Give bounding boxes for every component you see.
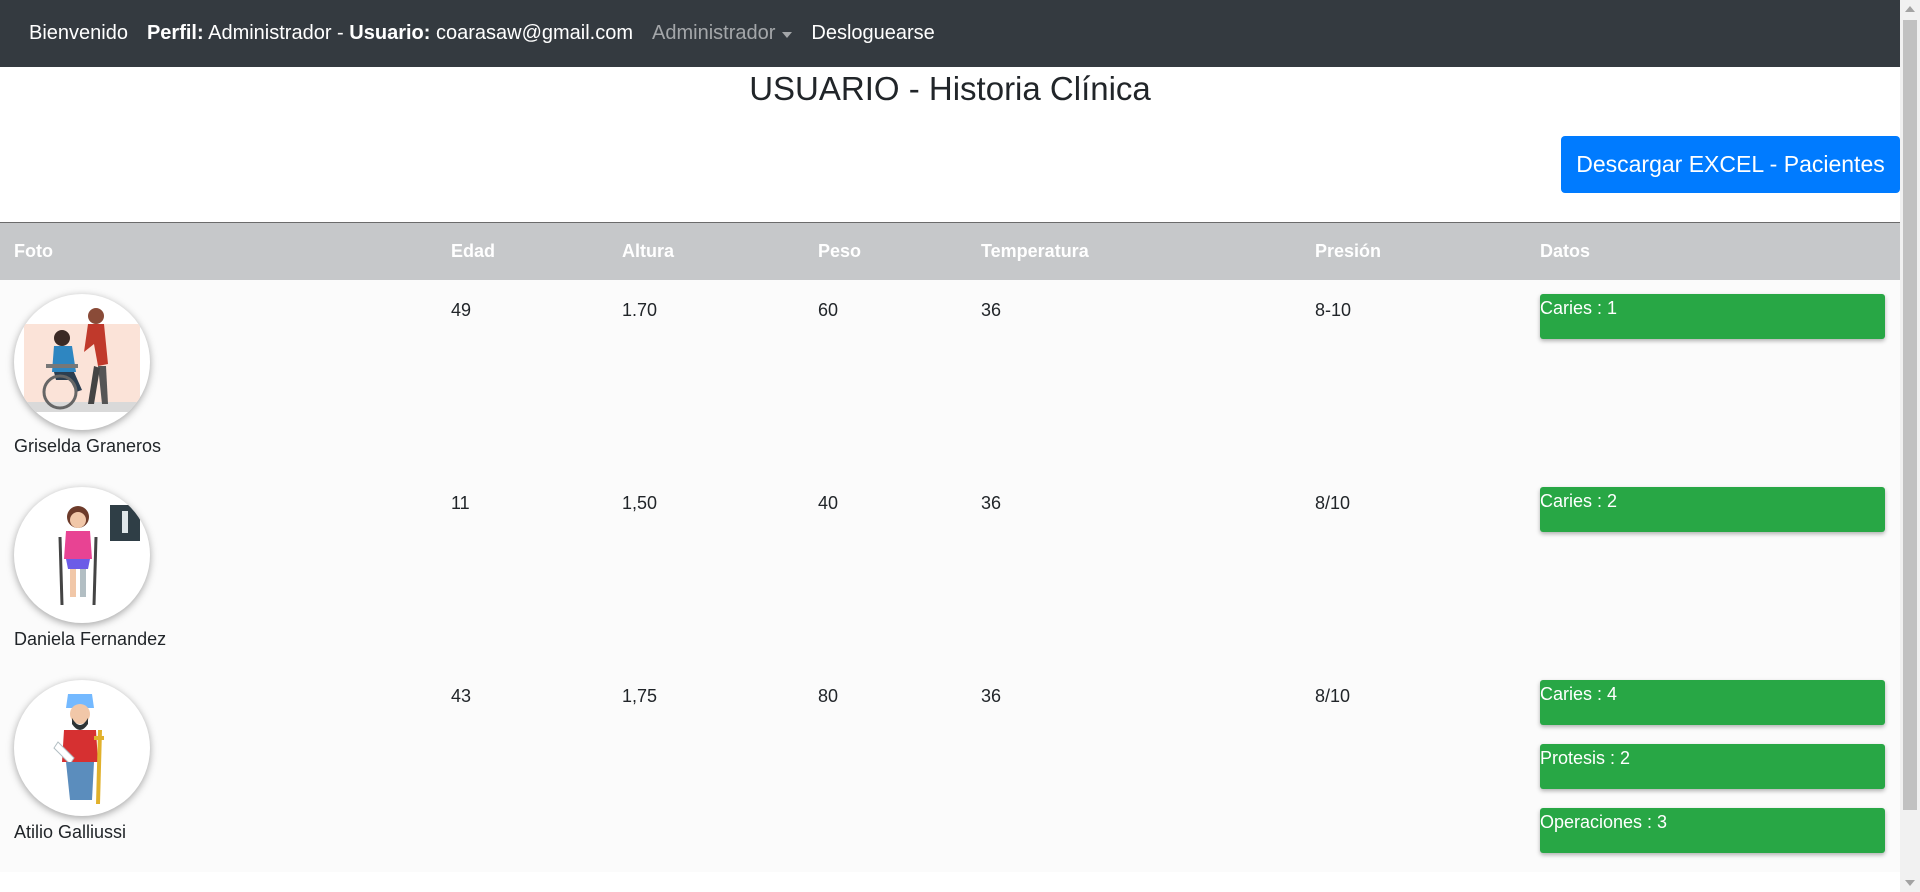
nav-profile-info: Perfil: Administrador - Usuario: coarasa… (147, 22, 633, 45)
presion-cell: 8-10 (1315, 299, 1352, 320)
header-temperatura: Temperatura (981, 240, 1089, 261)
header-foto: Foto (14, 240, 53, 261)
datos-badge[interactable]: Operaciones : 3 (1540, 807, 1885, 853)
patient-name: Atilio Galliussi (14, 821, 127, 842)
peso-cell: 40 (818, 492, 839, 513)
edad-cell: 49 (451, 299, 472, 320)
patients-table-wrapper: Foto Edad Altura Peso Temperatura Presió… (0, 222, 1900, 872)
table-row: Atilio Galliussi 43 1,75 80 36 8/10 Cari… (0, 665, 1900, 872)
foto-cell: Griselda Graneros (0, 280, 437, 473)
caret-down-icon (782, 31, 793, 38)
datos-badge[interactable]: Caries : 4 (1540, 679, 1885, 725)
altura-cell: 1.70 (622, 299, 658, 320)
altura-cell: 1,50 (622, 492, 658, 513)
profile-label: Perfil: (146, 22, 204, 44)
profile-value: Administrador - (208, 22, 344, 44)
table-row: Daniela Fernandez 11 1,50 40 36 8/10 Car… (0, 472, 1900, 666)
download-excel-button[interactable]: Descargar EXCEL - Pacientes (1561, 136, 1900, 193)
temperatura-cell: 36 (981, 492, 1002, 513)
scroll-down-icon[interactable] (1905, 880, 1915, 886)
datos-cell: Caries : 4 Protesis : 2 Operaciones : 3 (1526, 666, 1900, 872)
datos-cell: Caries : 2 (1526, 473, 1900, 666)
scroll-up-icon[interactable] (1905, 6, 1915, 12)
temperatura-cell: 36 (981, 685, 1002, 706)
user-label: Usuario: (349, 22, 431, 44)
altura-cell: 1,75 (622, 685, 658, 706)
datos-cell: Caries : 1 (1526, 280, 1900, 473)
vertical-scrollbar[interactable] (1900, 0, 1920, 892)
foto-cell: Daniela Fernandez (0, 473, 437, 666)
presion-cell: 8/10 (1315, 685, 1351, 706)
scroll-thumb[interactable] (1903, 20, 1917, 810)
header-peso: Peso (818, 240, 862, 261)
user-value: coarasaw@gmail.com (435, 22, 633, 44)
header-edad: Edad (451, 240, 496, 261)
peso-cell: 60 (818, 299, 839, 320)
crutches-girl-avatar (14, 486, 150, 623)
datos-badge[interactable]: Caries : 1 (1540, 293, 1885, 339)
nav-welcome: Bienvenido (29, 22, 128, 44)
edad-cell: 11 (451, 492, 470, 513)
peso-cell: 80 (818, 685, 839, 706)
presion-cell: 8/10 (1315, 492, 1351, 513)
table-header-row: Foto Edad Altura Peso Temperatura Presió… (0, 222, 1900, 280)
admin-dropdown-label: Administrador (652, 22, 776, 44)
injured-man-avatar (14, 679, 150, 816)
datos-badge[interactable]: Protesis : 2 (1540, 743, 1885, 789)
header-datos: Datos (1540, 240, 1591, 261)
top-navbar: Bienvenido Perfil: Administrador - Usuar… (0, 0, 1900, 67)
wheelchair-patient-avatar (14, 293, 150, 430)
patient-name: Daniela Fernandez (14, 628, 167, 649)
page-title: USUARIO - Historia Clínica (749, 70, 1151, 107)
patients-table: Foto Edad Altura Peso Temperatura Presió… (0, 222, 1900, 872)
logout-link[interactable]: Desloguearse (811, 22, 934, 45)
admin-dropdown[interactable]: Administrador (652, 22, 793, 45)
header-altura: Altura (622, 240, 675, 261)
table-row: Griselda Graneros 49 1.70 60 36 8-10 Car… (0, 279, 1900, 473)
patient-name: Griselda Graneros (14, 435, 162, 456)
temperatura-cell: 36 (981, 299, 1002, 320)
foto-cell: Atilio Galliussi (0, 666, 437, 872)
header-presion: Presión (1315, 240, 1382, 261)
datos-badge[interactable]: Caries : 2 (1540, 486, 1885, 532)
edad-cell: 43 (451, 685, 472, 706)
